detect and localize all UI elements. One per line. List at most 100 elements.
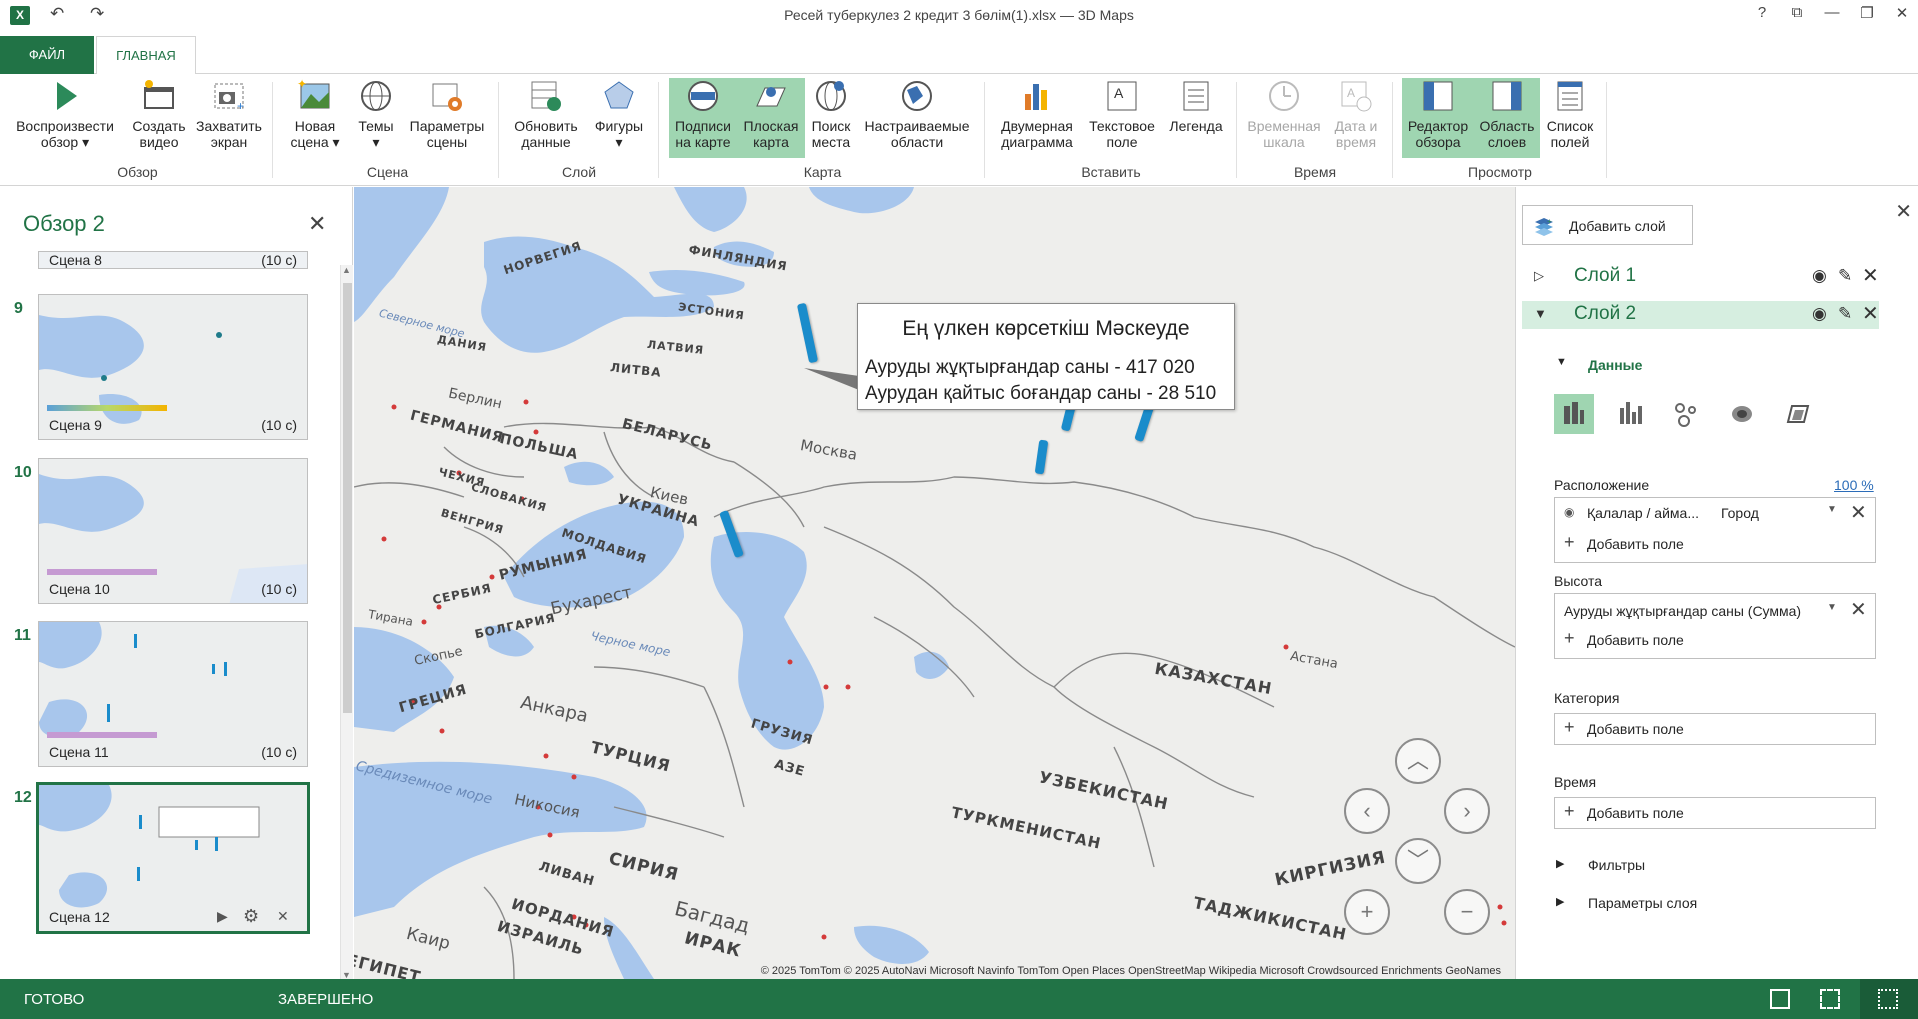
region-icon[interactable] [1778, 394, 1818, 434]
stacked-column-icon[interactable] [1554, 394, 1594, 434]
screen-capture-icon[interactable] [1770, 989, 1790, 1009]
delete-scene-icon[interactable]: ✕ [277, 908, 289, 925]
map-labels-button[interactable]: Подписи на карте [669, 78, 737, 158]
collapse-arrow-icon[interactable]: ▼ [1556, 356, 1567, 368]
rotate-right-button[interactable]: › [1444, 788, 1490, 834]
tour-editor-button[interactable]: Редактор обзора [1402, 78, 1474, 158]
minimize-button[interactable]: — [1817, 4, 1847, 21]
radio-icon[interactable]: ◉ [1564, 505, 1574, 519]
add-layer-button[interactable]: + Добавить слой [1522, 205, 1693, 245]
scene-options-icon [432, 83, 462, 111]
scene-thumbnail[interactable]: Сцена 8 (10 с) [38, 251, 308, 269]
plus-icon: + [1360, 899, 1374, 924]
layer-item[interactable]: ▷ Слой 1 ◉ ✎ ✕ [1522, 263, 1879, 291]
delete-layer-icon[interactable]: ✕ [1862, 301, 1879, 326]
label: Двумерная [1001, 118, 1073, 134]
close-layer-pane-button[interactable]: ✕ [1895, 199, 1912, 224]
height-field-name[interactable]: Ауруды жұқтырғандар саны (Сумма) [1564, 603, 1801, 619]
full-screen-button[interactable] [1860, 979, 1918, 1019]
2d-chart-button[interactable]: Двумерная диаграмма [995, 78, 1079, 158]
layer-options-section[interactable]: Параметры слоя [1588, 895, 1697, 911]
callout-title: Ең үлкен көрсеткіш Мәскеуде [902, 317, 1190, 340]
eye-icon[interactable]: ◉ [1812, 304, 1827, 324]
remove-field-icon[interactable]: ✕ [1850, 500, 1867, 525]
field-list-icon [1557, 81, 1583, 111]
ribbon-separator [1606, 82, 1607, 178]
filters-section[interactable]: Фильтры [1588, 857, 1645, 873]
custom-regions-icon [902, 81, 932, 111]
remove-field-icon[interactable]: ✕ [1850, 597, 1867, 622]
location-type[interactable]: Город [1721, 505, 1759, 521]
layer-pane-button[interactable]: Область слоев [1474, 78, 1540, 158]
dropdown-icon[interactable]: ▼ [1827, 602, 1837, 613]
timeline-button[interactable]: Временная шкала [1244, 78, 1324, 158]
play-scene-icon[interactable]: ▶ [217, 908, 228, 925]
date-time-button[interactable]: A Дата и время [1326, 78, 1386, 158]
help-button[interactable]: ? [1747, 4, 1777, 21]
eye-icon[interactable]: ◉ [1812, 266, 1827, 286]
category-field-box: + Добавить поле [1554, 713, 1876, 745]
fit-view-icon[interactable] [1820, 989, 1840, 1009]
scroll-up-icon[interactable]: ▲ [342, 265, 351, 275]
add-layer-icon: + [1535, 217, 1553, 236]
shapes-button[interactable]: Фигуры ▾ [588, 78, 650, 158]
themes-button[interactable]: Темы ▾ [350, 78, 402, 158]
tilt-down-button[interactable]: ﹀ [1395, 838, 1441, 884]
scene-thumbnail[interactable]: Сцена 9 (10 с) [38, 294, 308, 440]
map-canvas[interactable]: НОРВЕГИЯ ФИНЛЯНДИЯ ЭСТОНИЯ ЛАТВИЯ ЛИТВА … [354, 187, 1515, 979]
close-tour-pane-button[interactable]: ✕ [308, 211, 326, 237]
tilt-up-button[interactable]: ︿ [1395, 738, 1441, 784]
close-window-button[interactable]: ✕ [1887, 4, 1917, 22]
scrollbar-thumb[interactable] [343, 283, 352, 713]
create-video-button[interactable]: Создать видео [126, 78, 192, 158]
pencil-icon[interactable]: ✎ [1838, 304, 1852, 324]
legend-button[interactable]: Легенда [1165, 78, 1227, 158]
scene-thumbnail-selected[interactable]: Сцена 12 ▶ ⚙ ✕ [36, 782, 310, 934]
dropdown-icon[interactable]: ▼ [1827, 504, 1837, 515]
flat-map-button[interactable]: Плоская карта [737, 78, 805, 158]
scene-thumbnail[interactable]: Сцена 11 (10 с) [38, 621, 308, 767]
custom-regions-button[interactable]: Настраиваемые области [860, 78, 974, 158]
gear-icon[interactable]: ⚙ [243, 906, 259, 927]
add-field-link[interactable]: Добавить поле [1587, 536, 1684, 552]
pencil-icon[interactable]: ✎ [1838, 266, 1852, 286]
scene-thumbnail[interactable]: Сцена 10 (10 с) [38, 458, 308, 604]
data-section-header[interactable]: Данные [1588, 357, 1642, 373]
capture-screen-button[interactable]: + Захватить экран [196, 78, 262, 158]
play-tour-button[interactable]: Воспроизвести обзор ▾ [10, 78, 120, 158]
add-field-link[interactable]: Добавить поле [1587, 632, 1684, 648]
plus-icon: + [1564, 532, 1575, 552]
add-field-link[interactable]: Добавить поле [1587, 805, 1684, 821]
maximize-button[interactable]: ❐ [1852, 4, 1882, 22]
tab-file[interactable]: ФАЙЛ [0, 36, 94, 74]
scene-label: Сцена 9 [49, 417, 102, 433]
new-scene-button[interactable]: ✦ Новая сцена ▾ [285, 78, 345, 158]
expand-arrow-icon[interactable]: ▶ [1556, 895, 1564, 908]
tab-home[interactable]: ГЛАВНАЯ [96, 36, 196, 75]
expand-arrow-icon[interactable]: ▶ [1556, 857, 1564, 870]
chevron-left-icon: ‹ [1363, 798, 1371, 823]
tour-scrollbar[interactable]: ▲ ▼ [340, 265, 353, 980]
zoom-out-button[interactable]: − [1444, 889, 1490, 935]
zoom-in-button[interactable]: + [1344, 889, 1390, 935]
field-list-button[interactable]: Список полей [1542, 78, 1598, 158]
clustered-column-icon[interactable] [1610, 394, 1650, 434]
plus-icon: + [1564, 801, 1575, 821]
ribbon-display-button[interactable]: ⧉ [1782, 4, 1812, 21]
text-box-button[interactable]: A Текстовое поле [1082, 78, 1162, 158]
scene-options-button[interactable]: Параметры сцены [404, 78, 490, 158]
add-field-link[interactable]: Добавить поле [1587, 721, 1684, 737]
scene-label: Сцена 12 [49, 909, 110, 925]
rotate-left-button[interactable]: ‹ [1344, 788, 1390, 834]
location-field-name[interactable]: Қалалар / айма... [1587, 505, 1699, 521]
delete-layer-icon[interactable]: ✕ [1862, 263, 1879, 288]
heat-map-icon[interactable] [1722, 394, 1762, 434]
text-box-callout[interactable]: Ең үлкен көрсеткіш Мәскеуде Ауруды жұқты… [857, 303, 1235, 410]
find-location-button[interactable]: Поиск места [806, 78, 856, 158]
refresh-data-button[interactable]: Обновить данные [508, 78, 584, 158]
location-confidence-link[interactable]: 100 % [1834, 477, 1874, 493]
layer-item-selected[interactable]: ▼ Слой 2 ◉ ✎ ✕ [1522, 301, 1879, 329]
expand-arrow-icon[interactable]: ▷ [1534, 268, 1544, 284]
collapse-arrow-icon[interactable]: ▼ [1534, 306, 1547, 321]
bubble-icon[interactable] [1666, 394, 1706, 434]
